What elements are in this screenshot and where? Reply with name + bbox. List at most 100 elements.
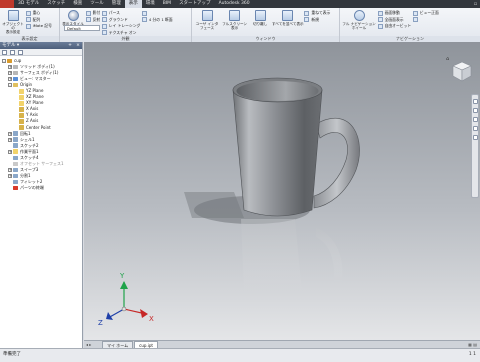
pan-icon (377, 10, 383, 16)
tear-off-label: 切り離し (253, 22, 268, 26)
graphics-viewport[interactable]: ⌂ Y X Z ◂ ▸ マイ ホーム cup.ipt ▦ ▤ (84, 42, 480, 348)
file-menu-button[interactable] (0, 0, 14, 8)
tree-node-icon (19, 125, 24, 130)
look-at-button[interactable]: ビュー正面 (412, 10, 439, 17)
doc-tab-menu-icon[interactable]: ▦ ▤ (468, 342, 477, 347)
tree-node-icon (13, 64, 18, 70)
nav-look-at-icon[interactable] (472, 135, 478, 140)
tear-off-button[interactable]: 切り離し (249, 10, 271, 26)
browser-close-icon[interactable]: × (74, 42, 82, 49)
browser-title[interactable]: モデル ▾ (2, 42, 66, 49)
reflections-button[interactable]: 反射 (85, 17, 100, 24)
fullscreen-button[interactable]: フルスクリーン 表示 (222, 10, 248, 30)
cup-shadow-cast (184, 192, 244, 218)
ribbon-tab[interactable]: スケッチ (43, 0, 69, 8)
nav-wheel-icon[interactable] (472, 99, 478, 104)
ribbon-tabs: 3D モデル スケッチ 検査 ツール 管理 表示 環境 BIM スタートアップ Autodesk … (14, 0, 254, 8)
viewcube-home-icon[interactable]: ⌂ (446, 56, 452, 62)
collapse-icon[interactable]: - (8, 83, 12, 88)
ribbon-tab[interactable]: 管理 (108, 0, 125, 8)
expand-icon[interactable]: + (8, 71, 12, 76)
visual-style-button[interactable]: 表示スタイル (62, 10, 84, 26)
expand-icon[interactable]: + (8, 167, 12, 172)
ribbon-tab[interactable]: 環境 (142, 0, 159, 8)
tree-node-icon (13, 76, 18, 82)
cascade-icon (304, 10, 310, 16)
visual-style-icon (67, 10, 79, 21)
quarter-section-icon (141, 17, 147, 23)
doc-tab-cup[interactable]: cup.ipt (134, 341, 158, 348)
appearance-style-dropdown[interactable]: Default (64, 25, 100, 31)
visibility-options: 重心 配列 iMate 記号 (25, 10, 52, 30)
new-window-button[interactable]: 新規 (304, 17, 330, 24)
status-text: 準備完了 (3, 352, 21, 357)
status-counts: 1 1 (468, 352, 476, 357)
tree-node-icon (19, 107, 24, 112)
document-tab-bar: ◂ ▸ マイ ホーム cup.ipt ▦ ▤ (84, 340, 480, 348)
tree-node-icon (13, 161, 18, 167)
tile-all-icon (282, 10, 294, 21)
model-browser: モデル ▾ + × - cup + ソリッド ボディ(1) + サーフェス ボディ(1) +… (0, 42, 83, 348)
expand-icon[interactable]: + (8, 131, 12, 136)
expand-icon[interactable]: + (8, 149, 12, 154)
expand-icon[interactable]: + (8, 173, 12, 178)
user-interface-button[interactable]: ユーザ インタフェース (194, 10, 220, 30)
shadows-button[interactable]: 影付 (85, 10, 101, 17)
ribbon-tab[interactable]: BIM (159, 0, 175, 8)
quarter-section-button[interactable]: 4 分の 1 断面 (141, 17, 173, 24)
ribbon-minimize-icon[interactable]: ▫ (471, 1, 480, 7)
triad-z-label: Z (98, 319, 103, 327)
free-orbit-icon (377, 23, 383, 29)
browser-add-icon[interactable]: + (66, 42, 74, 49)
tree-node-icon (13, 185, 18, 191)
shadows-label: 影付 (92, 10, 101, 16)
view-face-group: ビュー正面 (412, 10, 439, 24)
tree-node-icon (13, 173, 18, 179)
navigation-wheel-icon (353, 10, 365, 21)
triad-x-label: X (149, 315, 154, 323)
ribbon-tab[interactable]: Autodesk 360 (215, 0, 254, 8)
ribbon-tab[interactable]: 表示 (124, 0, 142, 8)
collapse-icon[interactable]: - (2, 59, 6, 64)
perspective-icon (101, 10, 107, 16)
nav-pan-icon[interactable] (472, 108, 478, 113)
center-of-gravity-icon (25, 10, 31, 16)
doc-tab-my-home[interactable]: マイ ホーム (102, 341, 134, 348)
full-navigation-wheel-button[interactable]: フル ナビゲーション ホイール (342, 10, 376, 30)
expand-icon[interactable]: + (8, 137, 12, 142)
handle-reflection (316, 227, 343, 282)
ray-tracing-label: レイ トレーシング (108, 23, 141, 29)
nav-zoom-icon[interactable] (472, 117, 478, 122)
browser-menu-icon[interactable] (18, 49, 23, 55)
ribbon-tab[interactable]: 検査 (69, 0, 86, 8)
previous-view-button[interactable] (412, 17, 439, 24)
imate-glyph-button[interactable]: iMate 記号 (25, 23, 52, 30)
ground-plane-label: グラウンド (108, 16, 128, 22)
tree-node-icon (7, 58, 12, 64)
ribbon-tab[interactable]: スタートアップ (175, 0, 215, 8)
ribbon-tab[interactable]: ツール (86, 0, 108, 8)
nav-orbit-icon[interactable] (472, 126, 478, 131)
tree-node-icon (13, 167, 18, 173)
ribbon-tab[interactable]: 3D モデル (14, 0, 43, 8)
object-visibility-icon (7, 10, 19, 21)
coordinate-triad: Y X Z (98, 272, 154, 327)
panel-navigate: フル ナビゲーション ホイール 画面移動 全画面表示 自由オービット ビュー正面… (340, 8, 480, 42)
tree-node[interactable]: パーツの終端 (0, 185, 82, 191)
tree-node-icon (13, 155, 18, 161)
user-interface-icon (201, 10, 213, 21)
ray-tracing-icon (101, 23, 107, 29)
free-orbit-button[interactable]: 自由オービット (377, 23, 412, 30)
browser-search-icon[interactable] (10, 49, 15, 55)
cascade-button[interactable]: 重ねて表示 (304, 10, 330, 17)
doc-tab-scroll-icon[interactable]: ◂ ▸ (86, 342, 91, 347)
cup-interior (236, 81, 319, 101)
expand-icon[interactable]: + (8, 65, 12, 70)
user-interface-label: ユーザ インタフェース (195, 22, 219, 31)
filter-icon[interactable] (2, 49, 7, 55)
object-visibility-button[interactable]: オブジェクトの 表示設定 (2, 10, 24, 35)
expand-icon[interactable]: + (8, 77, 12, 82)
tile-all-button[interactable]: すべてを並べて表示 (272, 10, 304, 26)
viewcube[interactable] (450, 60, 474, 84)
free-orbit-label: 自由オービット (384, 23, 412, 29)
